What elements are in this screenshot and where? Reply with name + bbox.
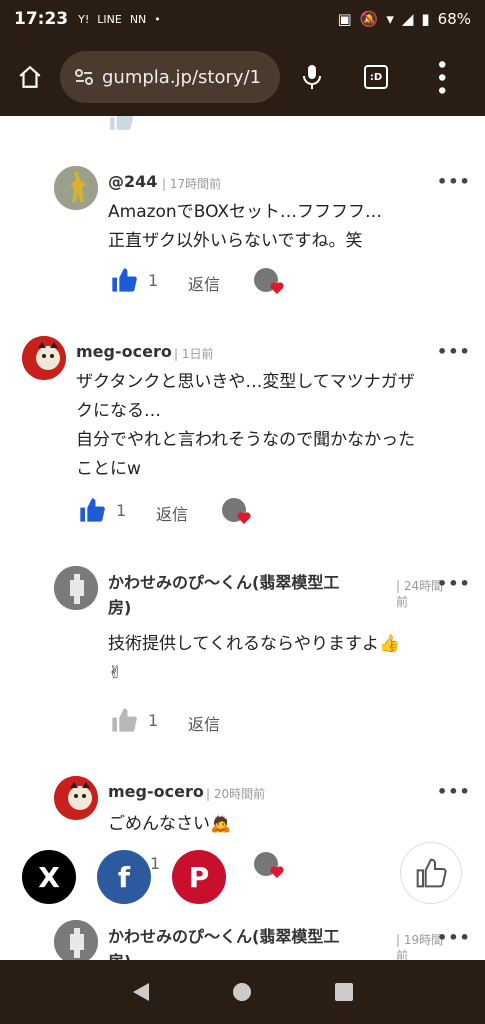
comment-username[interactable]: かわせみのぴ〜くん(翡翠模型工 房) xyxy=(108,570,339,620)
comment-timestamp: | 17時間前 xyxy=(162,177,222,191)
like-count: 1 xyxy=(148,270,159,290)
status-bar: 17:23 Y! LINE NN • ▣ 🔕 ▾ ◢ ▮ 68% xyxy=(0,0,485,38)
comment-body: ごめんなさい🙇 xyxy=(108,814,232,834)
overflow-menu-button[interactable]: ••• xyxy=(408,38,472,116)
news-icon: NN xyxy=(129,12,147,26)
cutoff-like-row xyxy=(108,116,134,132)
battery-percent: 68% xyxy=(437,10,471,28)
home-circle-icon[interactable] xyxy=(232,982,252,1002)
thumbs-up-icon[interactable] xyxy=(110,266,138,294)
share-x-button[interactable]: X xyxy=(22,850,76,904)
wifi-icon: ▾ xyxy=(386,10,394,28)
comment-timestamp: | 20時間前 xyxy=(206,787,266,801)
avatar[interactable] xyxy=(22,336,66,380)
like-count: 1 xyxy=(148,710,159,730)
comment-body: 技術提供してくれるならやりますよ👍 ✌ xyxy=(108,634,401,683)
mute-icon: 🔕 xyxy=(359,10,379,28)
comment-username[interactable]: @244 xyxy=(108,172,157,191)
dot-icon: • xyxy=(154,12,161,26)
line-icon: LINE xyxy=(97,12,122,26)
thumbs-up-icon[interactable] xyxy=(110,706,138,734)
voice-search-button[interactable] xyxy=(280,38,344,116)
nfc-icon: ▣ xyxy=(337,10,352,28)
browser-toolbar: gumpla.jp/story/1 :D ••• xyxy=(0,38,485,116)
reply-button[interactable]: 返信 xyxy=(188,711,220,735)
robot-avatar-icon xyxy=(54,920,98,960)
heart-icon xyxy=(237,512,251,524)
more-vert-icon: ••• xyxy=(428,57,453,97)
reply-button[interactable]: 返信 xyxy=(188,271,220,295)
status-time: 17:23 xyxy=(14,9,69,29)
gundam-avatar-icon xyxy=(54,166,98,210)
tabs-icon: :D xyxy=(364,65,388,89)
avatar[interactable] xyxy=(54,566,98,610)
back-icon[interactable] xyxy=(131,981,151,1003)
comment-menu-button[interactable]: ••• xyxy=(437,172,471,191)
site-settings-icon[interactable] xyxy=(74,67,94,87)
x-logo-icon: X xyxy=(38,860,60,894)
yahoo-icon: Y! xyxy=(78,12,90,26)
cat-avatar-icon xyxy=(22,336,66,380)
comment-username[interactable]: meg-ocero xyxy=(108,782,204,801)
battery-icon: ▮ xyxy=(421,10,430,28)
like-article-button[interactable] xyxy=(400,842,462,904)
share-facebook-button[interactable]: f xyxy=(97,850,151,904)
facebook-logo-icon: f xyxy=(117,860,131,894)
url-bar[interactable]: gumpla.jp/story/1 xyxy=(60,51,280,103)
thumbs-up-icon[interactable] xyxy=(108,116,134,132)
cat-avatar-icon xyxy=(54,776,98,820)
thumbs-up-outline-icon xyxy=(416,858,447,888)
signal-icon: ◢ xyxy=(401,10,414,28)
home-button[interactable] xyxy=(0,38,60,116)
comment-menu-button[interactable]: ••• xyxy=(437,574,471,593)
avatar[interactable] xyxy=(54,920,98,960)
comment-body: AmazonでBOXセット…フフフフ… 正直ザク以外いらないですね。笑 xyxy=(108,202,383,251)
system-nav-bar xyxy=(0,960,485,1024)
like-row: 1 xyxy=(78,496,126,524)
like-count: 1 xyxy=(116,500,127,520)
reply-button[interactable]: 返信 xyxy=(156,501,188,525)
avatar[interactable] xyxy=(54,166,98,210)
comments-area[interactable]: @244 | 17時間前 ••• AmazonでBOXセット…フフフフ… 正直ザ… xyxy=(0,116,485,960)
like-row: 1 xyxy=(110,266,158,294)
comment-menu-button[interactable]: ••• xyxy=(437,342,471,361)
microphone-icon xyxy=(303,65,321,89)
comment-username[interactable]: meg-ocero xyxy=(76,342,172,361)
system-icons: ▣ 🔕 ▾ ◢ ▮ 68% xyxy=(337,10,471,28)
comment-timestamp: | 1日前 xyxy=(174,347,214,361)
heart-icon xyxy=(270,282,284,294)
url-text: gumpla.jp/story/1 xyxy=(102,66,262,88)
thumbs-up-icon[interactable] xyxy=(78,496,106,524)
share-pinterest-button[interactable]: P xyxy=(172,850,226,904)
recents-icon[interactable] xyxy=(334,982,354,1002)
like-row: 1 xyxy=(110,706,158,734)
pinterest-logo-icon: P xyxy=(188,860,210,894)
comment-username[interactable]: かわせみのぴ〜くん(翡翠模型工 房) xyxy=(108,924,339,960)
comment-menu-button[interactable]: ••• xyxy=(437,928,471,947)
robot-avatar-icon xyxy=(54,566,98,610)
home-icon xyxy=(19,65,41,88)
tab-switcher-button[interactable]: :D xyxy=(344,38,408,116)
notification-icons: Y! LINE NN • xyxy=(78,13,161,26)
avatar[interactable] xyxy=(54,776,98,820)
comment-body: ザクタンクと思いきや…変型してマツナガザ クになる… 自分でやれと言われそうなの… xyxy=(76,372,416,479)
comment-menu-button[interactable]: ••• xyxy=(437,782,471,801)
